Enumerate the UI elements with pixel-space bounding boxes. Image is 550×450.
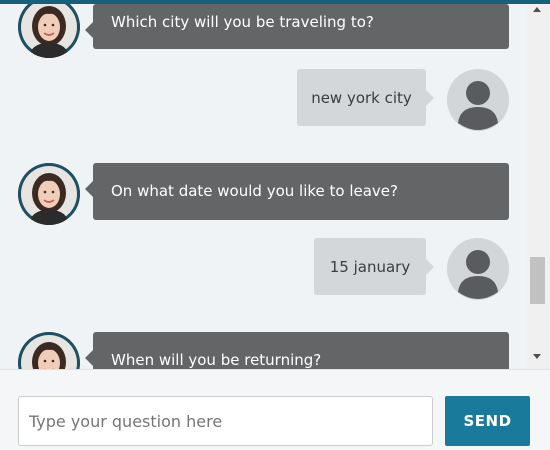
scrollbar-thumb[interactable]: [530, 257, 545, 304]
bot-avatar-icon: [18, 163, 80, 225]
bot-avatar-icon: [18, 4, 80, 58]
user-avatar-icon: [447, 69, 509, 131]
user-message-text: 15 january: [329, 258, 411, 276]
user-message-text: new york city: [311, 89, 412, 107]
bot-message-bubble: Which city will you be traveling to?: [85, 4, 509, 49]
bot-message-text: When will you be returning?: [111, 351, 322, 369]
scroll-down-arrow-icon[interactable]: [533, 354, 541, 359]
message-composer: SEND: [0, 369, 550, 450]
user-message-bubble: 15 january: [314, 238, 434, 295]
chat-transcript[interactable]: Which city will you be traveling to? new…: [0, 4, 527, 369]
send-button[interactable]: SEND: [445, 396, 530, 446]
scroll-up-arrow-icon[interactable]: [533, 7, 541, 12]
chat-scrollbar[interactable]: [527, 4, 550, 369]
bot-message-bubble: On what date would you like to leave?: [85, 163, 509, 220]
question-input[interactable]: [18, 396, 433, 446]
bot-avatar-icon: [18, 332, 80, 369]
bot-message-text: On what date would you like to leave?: [111, 182, 398, 200]
bot-message-text: Which city will you be traveling to?: [111, 13, 374, 31]
bot-message-bubble: When will you be returning?: [85, 332, 509, 369]
user-avatar-icon: [447, 238, 509, 300]
user-message-bubble: new york city: [297, 69, 434, 126]
